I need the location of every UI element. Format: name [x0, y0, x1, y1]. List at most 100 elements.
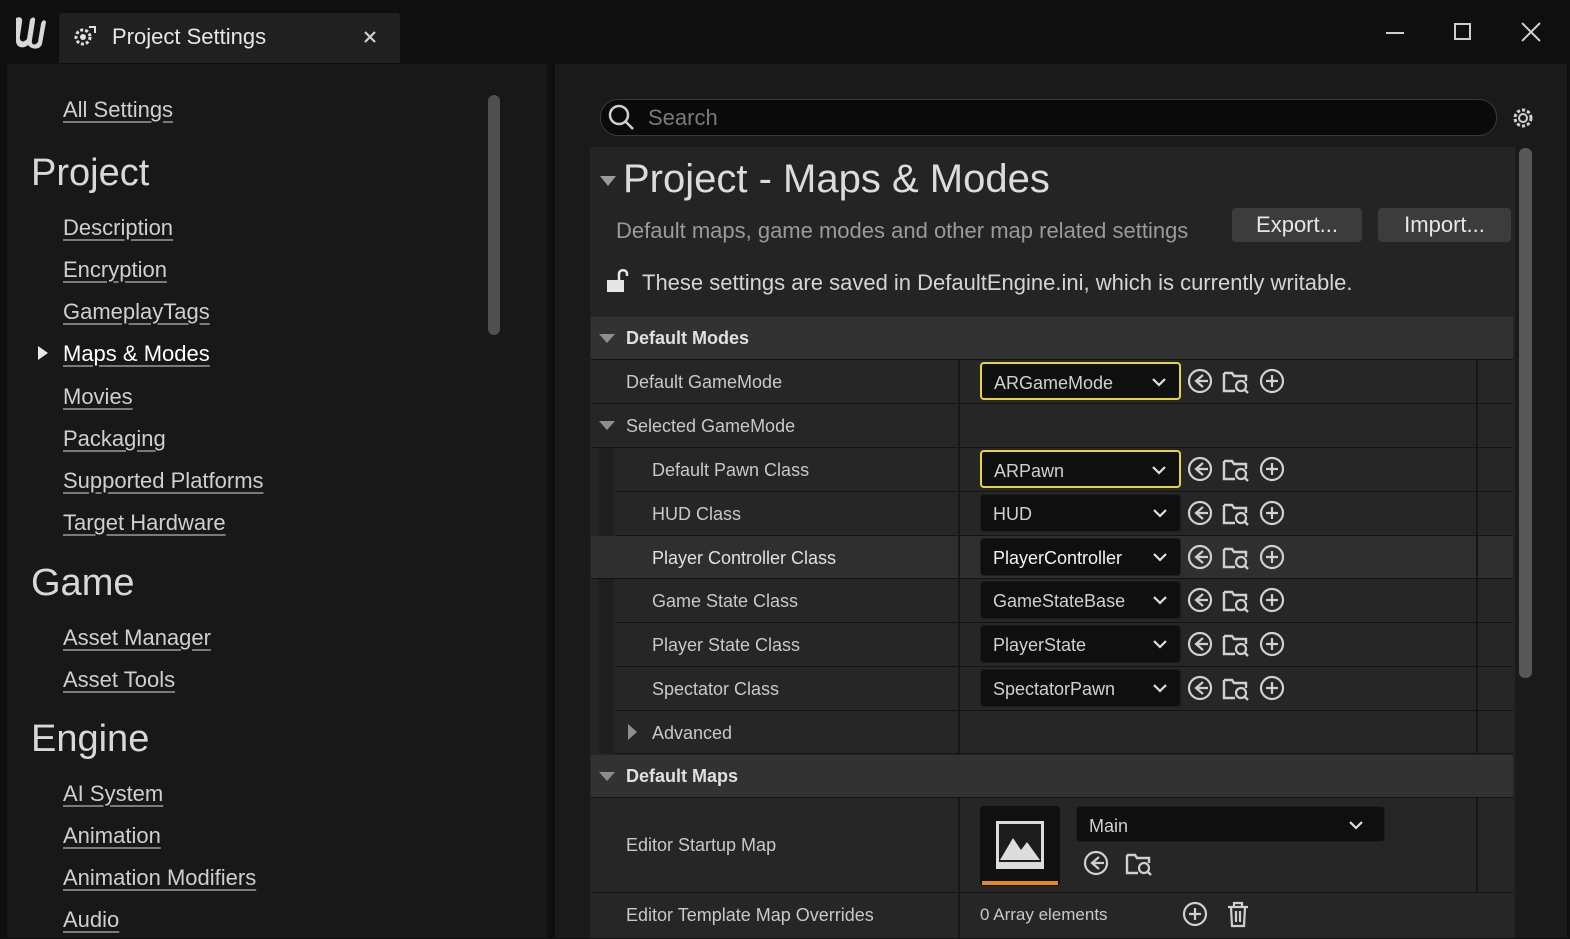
unreal-logo-icon[interactable]	[10, 12, 50, 52]
minimize-icon[interactable]	[1381, 18, 1409, 46]
use-selected-asset-icon[interactable]	[1186, 586, 1214, 614]
column-divider[interactable]	[958, 798, 960, 938]
nav-target-hardware[interactable]: Target Hardware	[63, 510, 226, 536]
browse-asset-icon[interactable]	[1222, 543, 1250, 571]
nav-asset-tools[interactable]: Asset Tools	[63, 667, 175, 693]
map-asset-icon	[996, 821, 1044, 869]
array-count: 0 Array elements	[980, 905, 1108, 924]
gear-icon[interactable]	[1508, 103, 1538, 133]
collapse-arrow-icon[interactable]	[600, 176, 616, 186]
nav-description[interactable]: Description	[63, 215, 173, 241]
chevron-down-icon	[1153, 553, 1167, 562]
combo-value: ARGameMode	[994, 373, 1114, 393]
player-state-combo[interactable]: PlayerState	[980, 625, 1181, 663]
browse-asset-icon[interactable]	[1125, 849, 1153, 877]
add-new-icon[interactable]	[1258, 630, 1286, 658]
chevron-down-icon	[1153, 640, 1167, 649]
player-controller-combo[interactable]: PlayerController	[980, 538, 1181, 576]
property-label: Default GameMode	[626, 372, 783, 392]
unlocked-icon	[607, 269, 629, 292]
sidebar-scrollbar[interactable]	[488, 95, 500, 335]
combo-value: GameStateBase	[993, 591, 1126, 611]
search-icon	[608, 104, 634, 130]
add-new-icon[interactable]	[1258, 455, 1286, 483]
nav-supported-platforms[interactable]: Supported Platforms	[63, 468, 264, 494]
use-selected-asset-icon[interactable]	[1186, 499, 1214, 527]
nav-category-engine: Engine	[31, 718, 150, 760]
add-new-icon[interactable]	[1258, 543, 1286, 571]
use-selected-asset-icon[interactable]	[1186, 674, 1214, 702]
settings-cog-icon	[74, 26, 96, 46]
property-label: Spectator Class	[652, 679, 780, 699]
add-new-icon[interactable]	[1258, 586, 1286, 614]
close-window-icon[interactable]	[1517, 18, 1545, 46]
export-button[interactable]: Export...	[1232, 208, 1362, 242]
browse-asset-icon[interactable]	[1222, 455, 1250, 483]
nav-gameplaytags[interactable]: GameplayTags	[63, 299, 210, 325]
nav-animation[interactable]: Animation	[63, 823, 161, 849]
collapse-arrow-icon[interactable]	[599, 772, 615, 781]
nav-category-project: Project	[31, 152, 150, 194]
column-divider[interactable]	[958, 360, 960, 753]
column-divider	[1476, 360, 1478, 753]
property-label: Selected GameMode	[626, 416, 796, 436]
property-label: Game State Class	[652, 591, 799, 611]
trash-icon[interactable]	[1224, 900, 1252, 928]
maximize-icon[interactable]	[1449, 18, 1477, 46]
use-selected-asset-icon[interactable]	[1082, 849, 1110, 877]
config-info-text: These settings are saved in DefaultEngin…	[642, 270, 1353, 295]
nav-audio[interactable]: Audio	[63, 907, 119, 933]
expand-arrow-icon[interactable]	[628, 724, 637, 740]
game-state-combo[interactable]: GameStateBase	[980, 581, 1181, 619]
nav-movies[interactable]: Movies	[63, 384, 133, 410]
nav-packaging[interactable]: Packaging	[63, 426, 166, 452]
details-scrollbar[interactable]	[1519, 148, 1532, 678]
selected-arrow-icon	[38, 346, 48, 360]
use-selected-asset-icon[interactable]	[1186, 455, 1214, 483]
add-new-icon[interactable]	[1258, 499, 1286, 527]
browse-asset-icon[interactable]	[1222, 367, 1250, 395]
search-input[interactable]	[646, 101, 1470, 134]
nav-all-settings[interactable]: All Settings	[63, 97, 173, 123]
browse-asset-icon[interactable]	[1222, 586, 1250, 614]
add-new-icon[interactable]	[1258, 674, 1286, 702]
indent-guide	[599, 448, 613, 753]
section-title: Default Modes	[626, 328, 750, 348]
import-button[interactable]: Import...	[1378, 208, 1511, 242]
combo-value: PlayerState	[993, 635, 1087, 655]
property-label: Editor Startup Map	[626, 835, 777, 855]
combo-value: Main	[1089, 816, 1129, 836]
collapse-arrow-icon[interactable]	[599, 421, 615, 430]
spectator-class-combo[interactable]: SpectatorPawn	[980, 669, 1181, 707]
nav-maps-and-modes[interactable]: Maps & Modes	[63, 341, 210, 367]
use-selected-asset-icon[interactable]	[1186, 367, 1214, 395]
property-label: Editor Template Map Overrides	[626, 905, 874, 925]
browse-asset-icon[interactable]	[1222, 499, 1250, 527]
property-label: Advanced	[652, 723, 733, 743]
property-label: Default Pawn Class	[652, 460, 810, 480]
pawn-class-combo[interactable]: ARPawn	[980, 450, 1181, 488]
add-element-icon[interactable]	[1181, 900, 1209, 928]
use-selected-asset-icon[interactable]	[1186, 543, 1214, 571]
nav-encryption[interactable]: Encryption	[63, 257, 167, 283]
property-label: Player Controller Class	[652, 548, 837, 568]
advanced-row[interactable]	[615, 711, 1513, 754]
combo-value: PlayerController	[993, 548, 1123, 568]
combo-value: ARPawn	[994, 461, 1065, 481]
hud-class-combo[interactable]: HUD	[980, 494, 1181, 532]
asset-type-bar	[982, 881, 1058, 885]
add-new-icon[interactable]	[1258, 367, 1286, 395]
startup-map-combo[interactable]: Main	[1076, 806, 1385, 842]
nav-ai-system[interactable]: AI System	[63, 781, 163, 807]
nav-category-game: Game	[31, 562, 135, 604]
nav-asset-manager[interactable]: Asset Manager	[63, 625, 211, 651]
use-selected-asset-icon[interactable]	[1186, 630, 1214, 658]
gamemode-combo[interactable]: ARGameMode	[980, 362, 1181, 400]
browse-asset-icon[interactable]	[1222, 630, 1250, 658]
nav-animation-modifiers[interactable]: Animation Modifiers	[63, 865, 256, 891]
collapse-arrow-icon[interactable]	[599, 334, 615, 343]
page-description: Default maps, game modes and other map r…	[616, 218, 1189, 243]
browse-asset-icon[interactable]	[1222, 674, 1250, 702]
close-tab-icon[interactable]	[360, 27, 380, 47]
property-label: HUD Class	[652, 504, 742, 524]
